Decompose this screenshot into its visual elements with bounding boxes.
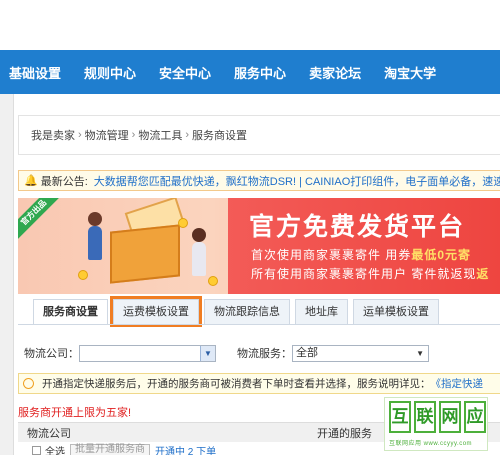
carrier-limit-warning: 服务商开通上限为五家! <box>18 407 132 419</box>
coin-icon <box>178 218 188 228</box>
banner-title: 官方免费发货平台 <box>249 213 466 241</box>
nav-item-rules-center[interactable]: 规则中心 <box>76 63 145 82</box>
tip-text: 开通指定快递服务后，开通的服务商可被消费者下单时查看并选择，服务说明详见： <box>42 378 431 390</box>
bell-icon: 🔔 <box>24 175 38 187</box>
select-all-label: 全选 <box>45 446 65 455</box>
batch-enable-button[interactable]: 批量开通服务商 <box>70 444 150 455</box>
breadcrumb-separator-icon: › <box>78 129 82 141</box>
column-header-service: 开通的服务 <box>317 427 372 440</box>
company-select[interactable]: ▼ <box>79 344 216 362</box>
breadcrumb: 我是卖家 › 物流管理 › 物流工具 › 服务商设置 <box>18 115 500 155</box>
gift-box-illustration <box>110 224 180 284</box>
person-illustration <box>88 212 102 226</box>
watermark-logo: 互 联 网 应 互联网应用 www.ccyyy.com <box>384 397 488 451</box>
filter-row: 物流公司： ▼ 物流服务： 全部 ▼ 搜 <box>24 344 500 362</box>
announcement-link[interactable]: 大数据帮您匹配最优快递，飘红物流DSR! | CAINIAO打印组件，电子面单必… <box>94 173 500 189</box>
watermark-char: 应 <box>464 401 486 433</box>
select-all-checkbox[interactable] <box>32 445 41 455</box>
tab-carrier-settings[interactable]: 服务商设置 <box>33 299 108 325</box>
left-sidebar-rail <box>0 94 14 455</box>
service-select-value: 全部 <box>296 346 318 359</box>
banner-line-2: 所有使用商家裹裹寄件用户 寄件就返现返 <box>251 267 490 281</box>
watermark-chars: 互 联 网 应 <box>389 401 489 433</box>
official-ribbon: 官方出品 <box>18 198 61 240</box>
top-navigation: 基础设置 规则中心 安全中心 服务中心 卖家论坛 淘宝大学 <box>0 50 500 94</box>
nav-item-security-center[interactable]: 安全中心 <box>151 63 220 82</box>
breadcrumb-item-seller[interactable]: 我是卖家 <box>31 127 75 143</box>
nav-item-service-center[interactable]: 服务中心 <box>226 63 295 82</box>
watermark-subtitle: 互联网应用 www.ccyyy.com <box>389 441 473 447</box>
settings-tabs: 服务商设置 运费模板设置 物流跟踪信息 地址库 运单模板设置 <box>33 296 444 327</box>
coin-icon <box>78 270 88 280</box>
tip-link[interactable]: 《指定快递 <box>431 376 484 391</box>
breadcrumb-item-logistics[interactable]: 物流管理 <box>85 127 129 143</box>
service-select[interactable]: 全部 ▼ <box>292 344 429 362</box>
watermark-char: 互 <box>389 401 411 433</box>
tab-waybill-template[interactable]: 运单模板设置 <box>353 299 439 324</box>
service-label: 物流服务： <box>237 348 292 360</box>
announcement-bar: 🔔 最新公告: 大数据帮您匹配最优快递，飘红物流DSR! | CAINIAO打印… <box>18 170 500 191</box>
info-tip: 开通指定快递服务后，开通的服务商可被消费者下单时查看并选择，服务说明详见： 《指… <box>18 373 500 394</box>
chevron-down-icon: ▼ <box>200 345 215 361</box>
announcement-label: 最新公告: <box>40 175 88 188</box>
person-illustration <box>88 226 102 260</box>
tab-tracking-info[interactable]: 物流跟踪信息 <box>204 299 290 324</box>
chevron-down-icon: ▼ <box>416 348 424 358</box>
nav-item-taobao-university[interactable]: 淘宝大学 <box>376 63 445 82</box>
promo-banner[interactable]: 官方出品 官方免费发货平台 首次使用商家裹裹寄件 用券最低0元寄 所有使用商家裹… <box>18 198 500 294</box>
breadcrumb-separator-icon: › <box>185 129 190 141</box>
breadcrumb-item-logistics-tools[interactable]: 物流工具 <box>138 127 182 143</box>
breadcrumb-separator-icon: › <box>131 129 136 141</box>
watermark-char: 网 <box>439 401 461 433</box>
person-illustration <box>192 242 206 276</box>
person-illustration <box>192 228 206 242</box>
lightbulb-icon <box>23 378 34 389</box>
nav-item-seller-forum[interactable]: 卖家论坛 <box>301 63 370 82</box>
tabs-divider <box>18 324 500 325</box>
breadcrumb-item-current: 服务商设置 <box>192 130 248 142</box>
coin-icon <box>208 276 218 286</box>
company-label: 物流公司： <box>24 348 79 360</box>
page: 基础设置 规则中心 安全中心 服务中心 卖家论坛 淘宝大学 我是卖家 › 物流管… <box>0 0 500 455</box>
enabling-link[interactable]: 开通中 2 下单 <box>155 443 216 455</box>
column-header-company: 物流公司 <box>27 427 71 440</box>
tab-address-book[interactable]: 地址库 <box>295 299 348 324</box>
nav-item-basic-settings[interactable]: 基础设置 <box>0 63 70 82</box>
tab-shipping-template[interactable]: 运费模板设置 <box>110 296 202 327</box>
banner-line-1: 首次使用商家裹裹寄件 用券最低0元寄 <box>251 248 472 262</box>
watermark-char: 联 <box>414 401 436 433</box>
